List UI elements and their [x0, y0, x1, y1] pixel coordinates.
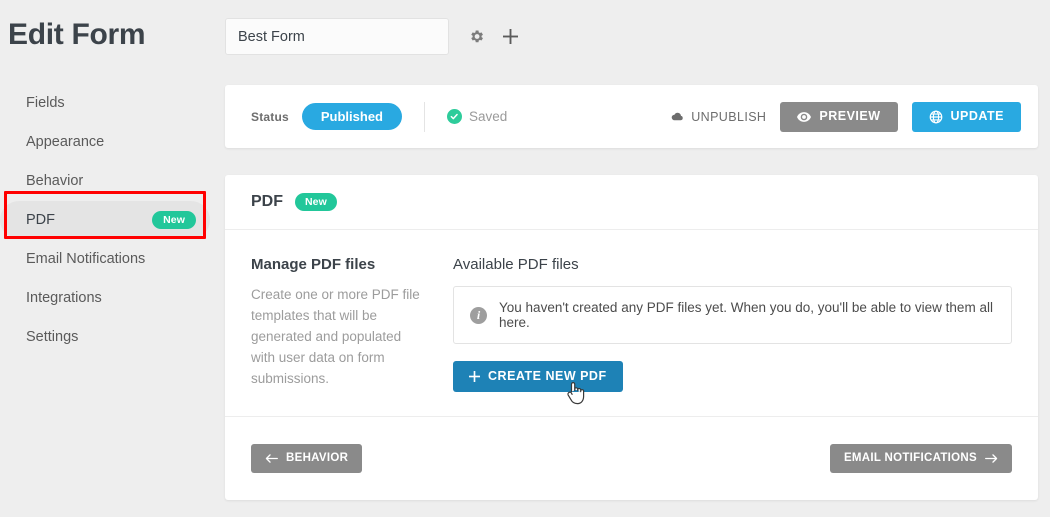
sidebar-item-label: Integrations [26, 290, 196, 306]
sidebar-item-integrations[interactable]: Integrations [0, 279, 210, 317]
sidebar-nav: Fields Appearance Behavior PDF New Email… [0, 84, 210, 357]
pdf-panel-card: PDF New Manage PDF files Create one or m… [225, 175, 1038, 500]
status-actions: UNPUBLISH PREVIEW [669, 102, 1021, 132]
sidebar-item-label: Settings [26, 329, 196, 345]
form-title-row [225, 18, 527, 55]
plus-icon[interactable] [493, 20, 527, 54]
main-content: Status Published Saved UNPUBLISH [225, 0, 1050, 517]
next-step-button[interactable]: EMAIL NOTIFICATIONS [830, 444, 1012, 473]
available-pdf-heading: Available PDF files [453, 256, 1012, 273]
sidebar-item-label: Appearance [26, 134, 196, 150]
create-new-pdf-label: CREATE NEW PDF [488, 370, 607, 383]
empty-state-message: You haven't created any PDF files yet. W… [499, 300, 995, 330]
empty-state-alert: i You haven't created any PDF files yet.… [453, 286, 1012, 344]
sidebar-item-label: Email Notifications [26, 251, 196, 267]
info-icon: i [470, 307, 487, 324]
sidebar-new-badge: New [152, 211, 196, 230]
sidebar-item-label: Fields [26, 95, 196, 111]
preview-button[interactable]: PREVIEW [780, 102, 897, 132]
check-circle-icon [447, 109, 462, 124]
sidebar-item-fields[interactable]: Fields [0, 84, 210, 122]
update-button[interactable]: UPDATE [912, 102, 1021, 132]
manage-pdf-heading: Manage PDF files [251, 256, 423, 273]
eye-icon [797, 112, 811, 122]
sidebar-item-pdf[interactable]: PDF New [0, 201, 210, 239]
sidebar-item-behavior[interactable]: Behavior [0, 162, 210, 200]
page-title: Edit Form [8, 18, 145, 52]
manage-pdf-description: Create one or more PDF file templates th… [251, 285, 423, 390]
divider [424, 102, 425, 132]
globe-icon [929, 110, 943, 124]
next-step-label: EMAIL NOTIFICATIONS [844, 453, 977, 465]
pdf-panel-title: PDF [251, 193, 283, 211]
unpublish-button[interactable]: UNPUBLISH [669, 110, 766, 124]
arrow-left-icon [265, 453, 278, 464]
status-badge[interactable]: Published [302, 103, 402, 130]
pdf-panel-body: Manage PDF files Create one or more PDF … [225, 230, 1038, 392]
unpublish-label: UNPUBLISH [691, 110, 766, 124]
edit-form-page: Edit Form Fields Appearance Behavior PDF… [0, 0, 1050, 517]
sidebar-item-email-notifications[interactable]: Email Notifications [0, 240, 210, 278]
cloud-icon [669, 111, 684, 122]
sidebar-item-appearance[interactable]: Appearance [0, 123, 210, 161]
gear-icon[interactable] [459, 20, 493, 54]
plus-icon [469, 371, 480, 382]
status-label: Status [251, 110, 289, 124]
available-pdf-column: Available PDF files i You haven't create… [453, 256, 1012, 392]
saved-indicator: Saved [447, 109, 507, 124]
pdf-new-badge: New [295, 193, 337, 212]
create-new-pdf-button[interactable]: CREATE NEW PDF [453, 361, 623, 392]
status-bar-card: Status Published Saved UNPUBLISH [225, 85, 1038, 148]
pdf-panel-header: PDF New [225, 175, 1038, 230]
update-label: UPDATE [951, 110, 1004, 123]
sidebar-item-settings[interactable]: Settings [0, 318, 210, 356]
saved-label: Saved [469, 109, 507, 124]
arrow-right-icon [985, 453, 998, 464]
manage-pdf-column: Manage PDF files Create one or more PDF … [251, 256, 453, 392]
previous-step-button[interactable]: BEHAVIOR [251, 444, 362, 473]
sidebar-item-label: Behavior [26, 173, 196, 189]
preview-label: PREVIEW [819, 110, 880, 123]
form-name-input[interactable] [225, 18, 449, 55]
pdf-panel-footer: BEHAVIOR EMAIL NOTIFICATIONS [225, 416, 1038, 500]
previous-step-label: BEHAVIOR [286, 453, 348, 465]
left-column: Edit Form Fields Appearance Behavior PDF… [0, 0, 225, 517]
sidebar-item-label: PDF [26, 212, 152, 228]
